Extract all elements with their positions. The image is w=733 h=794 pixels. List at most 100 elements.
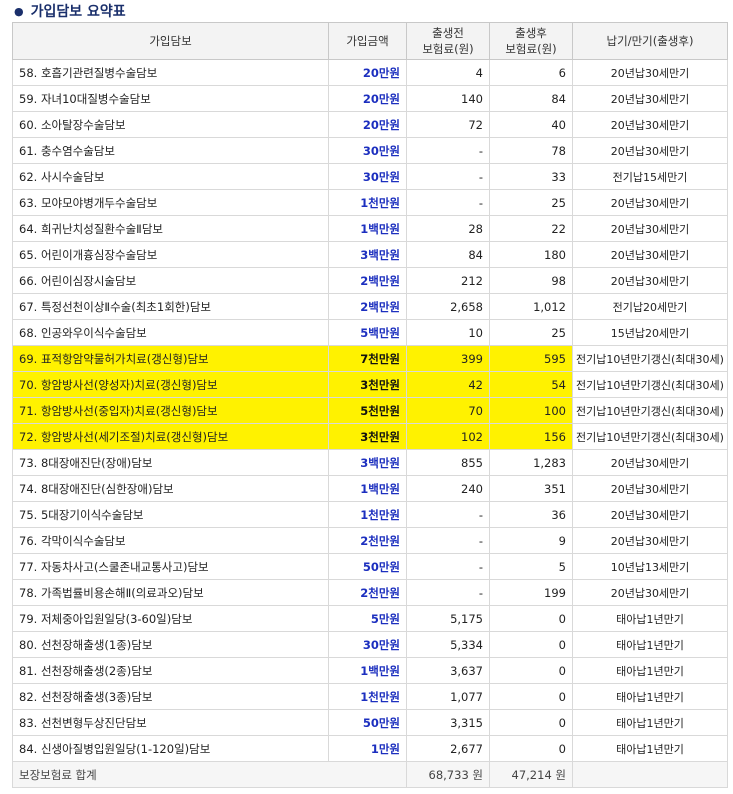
coverage-name: 76. 각막이식수술담보 [12, 527, 329, 554]
payment-term: 20년납30세만기 [572, 215, 728, 242]
header-amount: 가입금액 [328, 22, 407, 60]
pre-birth-premium: 72 [406, 111, 490, 138]
payment-term: 전기납10년만기갱신(최대30세) [572, 397, 728, 424]
coverage-amount: 5백만원 [328, 319, 407, 346]
pre-birth-premium: 399 [406, 345, 490, 372]
coverage-summary-table: 가입담보 가입금액 출생전 보험료(원) 출생후 보험료(원) 납기/만기(출생후)… [12, 22, 728, 788]
payment-term: 태아납1년만기 [572, 683, 728, 710]
coverage-amount: 5만원 [328, 605, 407, 632]
coverage-name: 66. 어린이심장시술담보 [12, 267, 329, 294]
post-birth-premium: 25 [489, 319, 573, 346]
pre-birth-premium: - [406, 189, 490, 216]
total-post-birth: 47,214 원 [489, 761, 573, 788]
coverage-name: 67. 특정선천이상Ⅱ수술(최초1회한)담보 [12, 293, 329, 320]
pre-birth-premium: - [406, 163, 490, 190]
total-term-empty [572, 761, 728, 788]
post-birth-premium: 98 [489, 267, 573, 294]
table-row: 76. 각막이식수술담보 2천만원 -9 20년납30세만기 [12, 527, 728, 554]
table-row: 82. 선천장해출생(3종)담보 1천만원 1,077 0 태아납1년만기 [12, 683, 728, 710]
coverage-name: 81. 선천장해출생(2종)담보 [12, 657, 329, 684]
coverage-name: 77. 자동차사고(스쿨존내교통사고)담보 [12, 553, 329, 580]
payment-term: 20년납30세만기 [572, 85, 728, 112]
bullet-icon: ● [14, 4, 24, 18]
coverage-name: 59. 자녀10대질병수술담보 [12, 85, 329, 112]
table-row: 83. 선천변형두상진단담보 50만원 3,315 0 태아납1년만기 [12, 709, 728, 736]
coverage-name: 73. 8대장애진단(장애)담보 [12, 449, 329, 476]
coverage-name: 69. 표적항암약물허가치료(갱신형)담보 [12, 345, 329, 372]
table-row: 79. 저체중아입원일당(3-60일)담보 5만원 5,175 0 태아납1년만기 [12, 605, 728, 632]
coverage-amount: 30만원 [328, 631, 407, 658]
coverage-amount: 1천만원 [328, 683, 407, 710]
pre-birth-premium: 10 [406, 319, 490, 346]
coverage-amount: 1만원 [328, 735, 407, 762]
coverage-amount: 3백만원 [328, 241, 407, 268]
coverage-name: 62. 사시수술담보 [12, 163, 329, 190]
table-header-row: 가입담보 가입금액 출생전 보험료(원) 출생후 보험료(원) 납기/만기(출생후) [12, 22, 728, 60]
table-row: 70. 항암방사선(양성자)치료(갱신형)담보 3천만원 42 54 전기납10년만기갱… [12, 371, 728, 398]
pre-birth-premium: 1,077 [406, 683, 490, 710]
pre-birth-premium: 3,315 [406, 709, 490, 736]
table-row: 80. 선천장해출생(1종)담보 30만원 5,334 0 태아납1년만기 [12, 631, 728, 658]
coverage-name: 74. 8대장애진단(심한장애)담보 [12, 475, 329, 502]
coverage-name: 65. 어린이개흉심장수술담보 [12, 241, 329, 268]
pre-birth-premium: 140 [406, 85, 490, 112]
payment-term: 태아납1년만기 [572, 631, 728, 658]
pre-birth-premium: 2,677 [406, 735, 490, 762]
pre-birth-premium: 102 [406, 423, 490, 450]
coverage-name: 68. 인공와우이식수술담보 [12, 319, 329, 346]
pre-birth-premium: - [406, 137, 490, 164]
payment-term: 전기납15세만기 [572, 163, 728, 190]
coverage-amount: 30만원 [328, 163, 407, 190]
payment-term: 전기납10년만기갱신(최대30세) [572, 345, 728, 372]
table-row: 63. 모야모야병개두수술담보 1천만원 -25 20년납30세만기 [12, 189, 728, 216]
coverage-amount: 30만원 [328, 137, 407, 164]
post-birth-premium: 78 [489, 137, 573, 164]
table-row: 68. 인공와우이식수술담보 5백만원 10 25 15년납20세만기 [12, 319, 728, 346]
coverage-amount: 3천만원 [328, 423, 407, 450]
post-birth-premium: 36 [489, 501, 573, 528]
coverage-name: 82. 선천장해출생(3종)담보 [12, 683, 329, 710]
pre-birth-premium: 855 [406, 449, 490, 476]
payment-term: 20년납30세만기 [572, 527, 728, 554]
pre-birth-premium: 42 [406, 371, 490, 398]
post-birth-premium: 156 [489, 423, 573, 450]
coverage-amount: 2천만원 [328, 527, 407, 554]
coverage-amount: 20만원 [328, 111, 407, 138]
post-birth-premium: 84 [489, 85, 573, 112]
coverage-name: 72. 항암방사선(세기조절)치료(갱신형)담보 [12, 423, 329, 450]
coverage-amount: 1천만원 [328, 189, 407, 216]
table-row: 59. 자녀10대질병수술담보 20만원 140 84 20년납30세만기 [12, 85, 728, 112]
header-pre-birth-premium: 출생전 보험료(원) [406, 22, 490, 60]
table-row: 62. 사시수술담보 30만원 -33 전기납15세만기 [12, 163, 728, 190]
coverage-amount: 7천만원 [328, 345, 407, 372]
post-birth-premium: 1,283 [489, 449, 573, 476]
table-row: 74. 8대장애진단(심한장애)담보 1백만원 240 351 20년납30세만기 [12, 475, 728, 502]
payment-term: 20년납30세만기 [572, 111, 728, 138]
coverage-amount: 5천만원 [328, 397, 407, 424]
coverage-amount: 1백만원 [328, 475, 407, 502]
pre-birth-premium: 2,658 [406, 293, 490, 320]
post-birth-premium: 9 [489, 527, 573, 554]
table-row: 58. 호흡기관련질병수술담보 20만원 4 6 20년납30세만기 [12, 59, 728, 86]
post-birth-premium: 0 [489, 657, 573, 684]
post-birth-premium: 100 [489, 397, 573, 424]
pre-birth-premium: 212 [406, 267, 490, 294]
post-birth-premium: 0 [489, 631, 573, 658]
coverage-amount: 50만원 [328, 709, 407, 736]
post-birth-premium: 40 [489, 111, 573, 138]
table-row: 64. 희귀난치성질환수술Ⅱ담보 1백만원 28 22 20년납30세만기 [12, 215, 728, 242]
coverage-name: 63. 모야모야병개두수술담보 [12, 189, 329, 216]
table-row: 75. 5대장기이식수술담보 1천만원 -36 20년납30세만기 [12, 501, 728, 528]
coverage-name: 83. 선천변형두상진단담보 [12, 709, 329, 736]
coverage-name: 84. 신생아질병입원일당(1-120일)담보 [12, 735, 329, 762]
coverage-amount: 1천만원 [328, 501, 407, 528]
section-title-text: 가입담보 요약표 [30, 4, 126, 20]
coverage-name: 61. 충수염수술담보 [12, 137, 329, 164]
total-row: 보장보험료 합계 68,733 원 47,214 원 [12, 761, 728, 788]
coverage-name: 71. 항암방사선(중입자)치료(갱신형)담보 [12, 397, 329, 424]
table-row: 66. 어린이심장시술담보 2백만원 212 98 20년납30세만기 [12, 267, 728, 294]
post-birth-premium: 0 [489, 605, 573, 632]
pre-birth-premium: 4 [406, 59, 490, 86]
coverage-amount: 20만원 [328, 59, 407, 86]
payment-term: 20년납30세만기 [572, 59, 728, 86]
